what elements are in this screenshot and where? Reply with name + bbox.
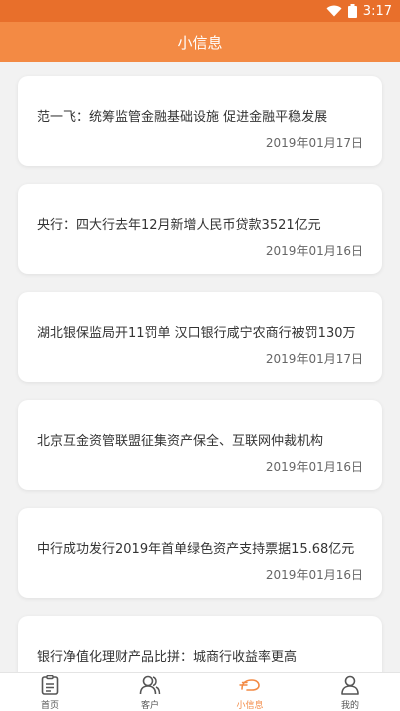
news-date: 2019年01月17日 xyxy=(265,136,363,150)
tab-label: 我的 xyxy=(340,700,359,711)
tab-label: 小信息 xyxy=(236,700,264,711)
news-card[interactable]: 湖北银保监局开11罚单 汉口银行咸宁农商行被罚130万 2019年01月17日 xyxy=(18,292,382,382)
news-title: 中行成功发行2019年首单绿色资产支持票据15.68亿元 xyxy=(37,542,355,557)
news-title: 湖北银保监局开11罚单 汉口银行咸宁农商行被罚130万 xyxy=(37,326,356,341)
app-header: 小信息 xyxy=(0,22,400,62)
tab-label: 首页 xyxy=(40,700,59,711)
tab-home[interactable]: 首页 xyxy=(0,673,100,711)
news-card[interactable]: 银行净值化理财产品比拼：城商行收益率更高 xyxy=(18,616,382,672)
news-date: 2019年01月16日 xyxy=(265,568,363,582)
news-title: 北京互金资管联盟征集资产保全、互联网仲裁机构 xyxy=(37,434,324,449)
news-list[interactable]: 范一飞：统筹监管金融基础设施 促进金融平稳发展 2019年01月17日 央行：四… xyxy=(0,62,400,672)
news-date: 2019年01月16日 xyxy=(265,244,363,258)
wifi-icon xyxy=(326,5,342,17)
message-icon xyxy=(239,674,261,696)
tab-me[interactable]: 我的 xyxy=(300,673,400,711)
status-time: 3:17 xyxy=(362,3,392,19)
news-card[interactable]: 中行成功发行2019年首单绿色资产支持票据15.68亿元 2019年01月16日 xyxy=(18,508,382,598)
tab-messages[interactable]: 小信息 xyxy=(200,673,300,711)
news-card[interactable]: 央行：四大行去年12月新增人民币贷款3521亿元 2019年01月16日 xyxy=(18,184,382,274)
bottom-tab-bar: 首页 客户 小信息 我的 xyxy=(0,672,400,711)
news-date: 2019年01月17日 xyxy=(265,352,363,366)
users-icon xyxy=(139,674,161,696)
news-date: 2019年01月16日 xyxy=(265,460,363,474)
battery-icon xyxy=(347,4,357,18)
news-title: 银行净值化理财产品比拼：城商行收益率更高 xyxy=(37,650,298,665)
page-title: 小信息 xyxy=(177,33,223,52)
tab-customers[interactable]: 客户 xyxy=(100,673,200,711)
news-card[interactable]: 北京互金资管联盟征集资产保全、互联网仲裁机构 2019年01月16日 xyxy=(18,400,382,490)
tab-label: 客户 xyxy=(140,700,159,711)
document-icon xyxy=(41,674,59,696)
news-card[interactable]: 范一飞：统筹监管金融基础设施 促进金融平稳发展 2019年01月17日 xyxy=(18,76,382,166)
news-title: 央行：四大行去年12月新增人民币贷款3521亿元 xyxy=(37,218,321,233)
status-bar: 3:17 xyxy=(0,0,400,22)
news-title: 范一飞：统筹监管金融基础设施 促进金融平稳发展 xyxy=(37,110,328,125)
user-icon xyxy=(340,674,360,696)
